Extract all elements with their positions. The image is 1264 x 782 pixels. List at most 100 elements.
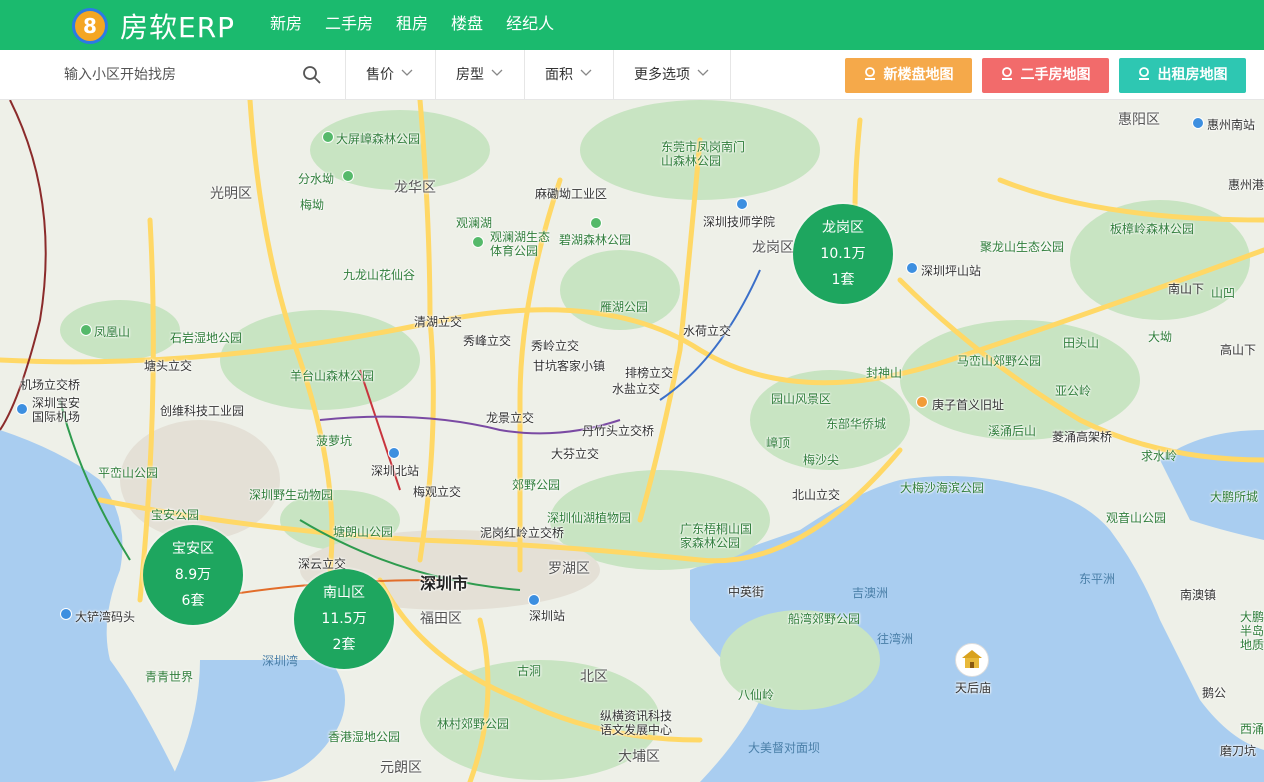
cluster-price: 11.5万 <box>321 611 367 627</box>
chevron-down-icon <box>491 69 503 76</box>
map-label-place: 清湖立交 <box>414 315 463 329</box>
map-label-district: 龙岗区 <box>752 240 794 256</box>
map-label-place: 天后庙 <box>955 681 992 695</box>
map-label-place: 郊野公园 <box>512 478 561 492</box>
map-label-station: 惠州南站 <box>1207 118 1256 132</box>
new-homes-map-button[interactable]: 新楼盘地图 <box>845 58 972 93</box>
map-label-place: 秀岭立交 <box>531 339 580 353</box>
map-label-place: 机场立交桥 <box>20 378 81 392</box>
temple-icon[interactable] <box>955 643 989 677</box>
chevron-down-icon <box>697 69 709 76</box>
map-label-place: 中英街 <box>728 585 765 599</box>
rental-map-button[interactable]: 出租房地图 <box>1119 58 1246 93</box>
map-label-place: 东莞市凤岗南门山森林公园 <box>661 140 746 168</box>
map-label-place: 求水岭 <box>1141 449 1178 463</box>
map-label-station: 深圳坪山站 <box>921 264 982 278</box>
map-label-place: 水盐立交 <box>612 382 661 396</box>
map-label-place: 高山下 <box>1220 343 1257 357</box>
map-label-place: 惠州港 <box>1228 178 1264 192</box>
map-label-place: 林村郊野公园 <box>437 717 510 731</box>
brand-name[interactable]: 房软ERP <box>120 6 235 46</box>
logo-number: 8 <box>83 14 97 38</box>
map-label-place: 平峦山公园 <box>98 466 159 480</box>
port-icon <box>60 608 72 620</box>
map-label-place: 泥岗红岭立交桥 <box>480 526 565 540</box>
train-station-icon <box>388 447 400 459</box>
nav-agents[interactable]: 经纪人 <box>506 0 565 50</box>
map-label-place: 八仙岭 <box>738 688 775 702</box>
search-box <box>48 50 346 100</box>
map-label-place: 深圳技师学院 <box>703 215 776 229</box>
room-type-dropdown-label: 房型 <box>456 67 484 83</box>
rental-map-label: 出租房地图 <box>1157 67 1228 83</box>
cluster-district: 宝安区 <box>172 541 214 557</box>
map-label-district: 罗湖区 <box>548 561 590 577</box>
price-dropdown[interactable]: 售价 <box>346 50 436 100</box>
cluster-count: 2套 <box>332 637 356 653</box>
district-cluster-baoan[interactable]: 宝安区 8.9万 6套 <box>143 525 243 625</box>
map-label-district: 北区 <box>580 669 608 685</box>
location-pin-icon <box>1001 67 1012 80</box>
nav-rent[interactable]: 租房 <box>396 0 439 50</box>
map-label-island: 吉澳洲 <box>852 586 889 600</box>
park-icon <box>342 170 354 182</box>
map-label-place: 塘朗山公园 <box>333 525 394 539</box>
map-label-place: 封神山 <box>866 366 903 380</box>
map-label-place: 观音山公园 <box>1106 511 1167 525</box>
map-label-place: 梅观立交 <box>413 485 462 499</box>
search-input[interactable] <box>64 62 294 88</box>
map-label-place: 纵横资讯科技语文发展中心 <box>600 709 673 737</box>
park-icon <box>472 236 484 248</box>
map-label-city: 深圳市 <box>420 574 469 593</box>
second-hand-map-button[interactable]: 二手房地图 <box>982 58 1109 93</box>
more-options-dropdown[interactable]: 更多选项 <box>614 50 731 100</box>
cluster-district: 南山区 <box>323 585 365 601</box>
map-label-place: 古洞 <box>517 664 542 678</box>
map-label-island: 东平洲 <box>1079 572 1116 586</box>
nav-new-homes[interactable]: 新房 <box>270 0 313 50</box>
map-label-place: 船湾郊野公园 <box>788 612 861 626</box>
map-label-place: 梅沙尖 <box>803 453 840 467</box>
map-label-place: 大梅沙海滨公园 <box>900 481 985 495</box>
nav-second-hand[interactable]: 二手房 <box>325 0 384 50</box>
cluster-price: 8.9万 <box>174 567 212 583</box>
more-options-dropdown-label: 更多选项 <box>634 67 690 83</box>
map-label-place: 鹅公 <box>1202 686 1227 700</box>
map-label-place: 大美督对面坝 <box>748 741 821 755</box>
brand-logo[interactable]: 8 <box>72 8 108 44</box>
map-canvas[interactable]: 光明区 龙华区 龙岗区 罗湖区 福田区 北区 大埔区 元朗区 惠阳区 惠州南站 … <box>0 100 1264 782</box>
map-label-place: 青青世界 <box>145 670 194 684</box>
main-nav: 新房 二手房 租房 楼盘 经纪人 <box>270 0 577 50</box>
map-label-place: 香港湿地公园 <box>328 730 401 744</box>
map-label-place: 马峦山郊野公园 <box>957 354 1042 368</box>
map-label-island: 往湾洲 <box>877 632 914 646</box>
map-label-place: 亚公岭 <box>1055 384 1092 398</box>
nav-buildings[interactable]: 楼盘 <box>451 0 494 50</box>
map-label-place: 观澜湖生态体育公园 <box>490 230 551 258</box>
map-label-airport: 深圳宝安国际机场 <box>32 396 81 424</box>
price-dropdown-label: 售价 <box>366 67 394 83</box>
school-icon <box>736 198 748 210</box>
map-label-place: 创维科技工业园 <box>160 404 245 418</box>
map-label-place: 磨刀坑 <box>1220 744 1257 758</box>
room-type-dropdown[interactable]: 房型 <box>436 50 525 100</box>
map-label-district: 大埔区 <box>618 749 660 765</box>
map-label-district: 光明区 <box>210 186 252 202</box>
map-label-place: 大芬立交 <box>551 447 600 461</box>
map-label-place: 碧湖森林公园 <box>559 233 632 247</box>
map-label-place: 园山风景区 <box>771 392 832 406</box>
district-cluster-longgang[interactable]: 龙岗区 10.1万 1套 <box>793 204 893 304</box>
map-label-place: 分水坳 <box>298 172 335 186</box>
map-label-place: 水荷立交 <box>683 324 732 338</box>
map-label-district: 元朗区 <box>380 760 422 776</box>
new-homes-map-label: 新楼盘地图 <box>883 67 954 83</box>
cluster-price: 10.1万 <box>820 246 866 262</box>
area-dropdown[interactable]: 面积 <box>525 50 614 100</box>
district-cluster-nanshan[interactable]: 南山区 11.5万 2套 <box>294 569 394 669</box>
cluster-count: 6套 <box>181 593 205 609</box>
map-label-place: 秀峰立交 <box>463 334 512 348</box>
map-label-place: 菠萝坑 <box>316 434 353 448</box>
search-icon[interactable] <box>302 65 322 85</box>
map-label-bay: 深圳湾 <box>262 654 299 668</box>
map-label-station: 深圳站 <box>529 609 566 623</box>
